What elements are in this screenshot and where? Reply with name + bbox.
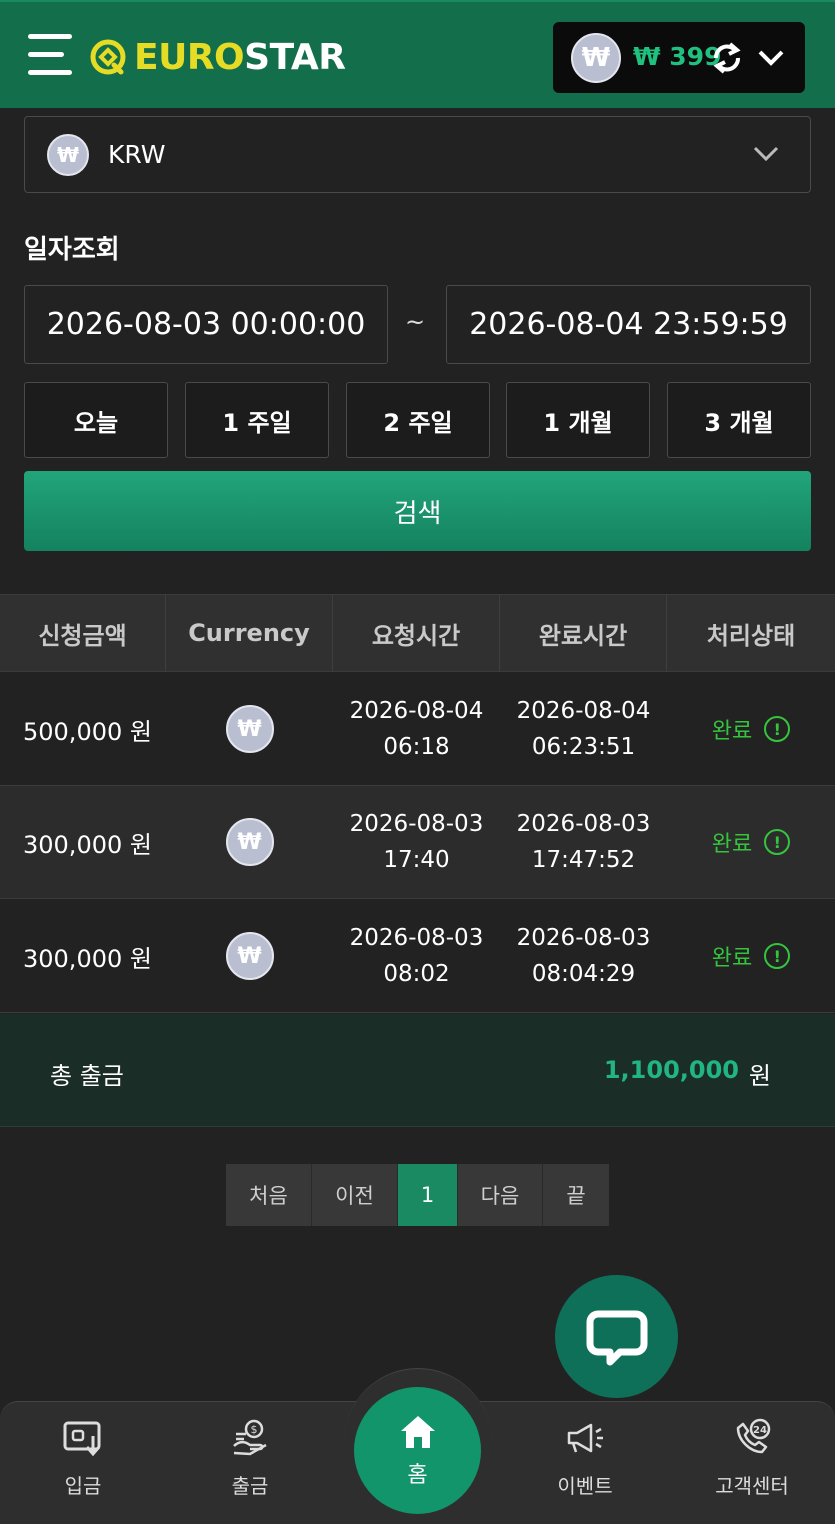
date-to-input[interactable]: 2026-08-04 23:59:59	[446, 285, 811, 364]
row-status: 완료!	[667, 900, 835, 1012]
row-complete-time: 2026-08-03 08:04:29	[500, 900, 667, 1012]
row-currency: ₩	[166, 786, 333, 898]
logo-text: EUROSTAR	[134, 36, 346, 78]
nav-support-label: 고객센터	[715, 1474, 789, 1498]
total-amount: 1,100,000	[603, 1056, 739, 1084]
col-header-request-time: 요청시간	[333, 595, 500, 671]
request-clock: 17:40	[383, 847, 450, 873]
svg-text:$: $	[251, 1423, 258, 1436]
table-row: 300,000 원 ₩ 2026-08-03 08:02 2026-08-03 08…	[0, 900, 835, 1013]
info-circle-icon[interactable]: !	[764, 943, 791, 969]
range-1week-button[interactable]: 1 주일	[185, 382, 329, 458]
row-currency: ₩	[166, 900, 333, 1012]
info-circle-icon[interactable]: !	[764, 829, 791, 855]
info-circle-icon[interactable]: !	[764, 716, 791, 742]
nav-event[interactable]: 이벤트	[525, 1418, 645, 1508]
table-row: 500,000 원 ₩ 2026-08-04 06:18 2026-08-04 06…	[0, 673, 835, 786]
page-last-button[interactable]: 끝	[543, 1164, 609, 1226]
chat-button[interactable]	[555, 1275, 678, 1398]
col-header-status: 처리상태	[706, 621, 796, 650]
page-next-button[interactable]: 다음	[458, 1164, 543, 1226]
nav-support[interactable]: 24 고객센터	[692, 1418, 812, 1508]
status-text: 완료	[711, 832, 753, 857]
range-1month-button[interactable]: 1 개월	[506, 382, 650, 458]
krw-coin-icon: ₩	[47, 134, 89, 176]
range-today-button[interactable]: 오늘	[24, 382, 168, 458]
app-header: EUROSTAR ₩ ₩ 399	[0, 0, 835, 108]
complete-clock: 08:04:29	[531, 961, 636, 987]
megaphone-icon	[567, 1423, 603, 1453]
status-text: 완료	[711, 719, 753, 744]
pagination: 처음 이전 1 다음 끝	[226, 1164, 609, 1226]
status-text: 완료	[711, 946, 753, 971]
krw-coin-icon: ₩	[571, 33, 621, 83]
date-filter-title: 일자조회	[24, 235, 120, 265]
row-status: 완료!	[667, 786, 835, 898]
svg-text:24: 24	[753, 1425, 767, 1436]
coins-hand-icon: $	[233, 1419, 267, 1456]
row-amount: 500,000 원	[23, 717, 152, 746]
row-status: 완료!	[667, 673, 835, 785]
row-request-time: 2026-08-03 17:40	[333, 786, 500, 898]
row-request-time: 2026-08-03 08:02	[333, 900, 500, 1012]
row-amount: 300,000 원	[23, 830, 152, 859]
chevron-down-icon	[753, 146, 779, 162]
wallet-balance-widget[interactable]: ₩ ₩ 399	[553, 22, 805, 93]
row-currency: ₩	[166, 673, 333, 785]
krw-coin-icon: ₩	[225, 818, 274, 866]
request-clock: 08:02	[383, 961, 450, 987]
chevron-down-icon[interactable]	[757, 44, 785, 72]
nav-withdraw-label: 출금	[231, 1474, 269, 1498]
krw-coin-icon: ₩	[225, 705, 274, 753]
nav-event-label: 이벤트	[557, 1474, 613, 1498]
range-2week-button[interactable]: 2 주일	[346, 382, 490, 458]
total-label: 총 출금	[50, 1062, 124, 1090]
request-clock: 06:18	[383, 734, 450, 760]
request-date: 2026-08-03	[349, 925, 484, 951]
col-header-amount: 신청금액	[0, 595, 166, 671]
nav-deposit[interactable]: 입금	[23, 1418, 143, 1508]
complete-date: 2026-08-04	[516, 698, 651, 724]
complete-date: 2026-08-03	[516, 925, 651, 951]
krw-coin-icon: ₩	[225, 932, 274, 980]
col-header-complete-time: 완료시간	[500, 595, 667, 671]
date-range-separator: ~	[405, 308, 426, 336]
row-complete-time: 2026-08-04 06:23:51	[500, 673, 667, 785]
complete-clock: 06:23:51	[531, 734, 636, 760]
house-icon	[400, 1415, 435, 1448]
phone-24-icon: 24	[736, 1418, 771, 1454]
page-prev-button[interactable]: 이전	[312, 1164, 398, 1226]
row-complete-time: 2026-08-03 17:47:52	[500, 786, 667, 898]
logo[interactable]: EUROSTAR	[88, 36, 346, 78]
page-number-button[interactable]: 1	[398, 1164, 458, 1226]
currency-selected-value: KRW	[108, 140, 166, 169]
hamburger-menu-icon[interactable]	[28, 34, 72, 78]
row-amount: 300,000 원	[23, 944, 152, 973]
page-first-button[interactable]: 처음	[226, 1164, 312, 1226]
search-button[interactable]: 검색	[24, 471, 811, 551]
table-header: 신청금액 Currency 요청시간 완료시간 처리상태	[0, 594, 835, 672]
refresh-icon[interactable]	[708, 39, 746, 77]
table-row: 300,000 원 ₩ 2026-08-03 17:40 2026-08-03 17…	[0, 786, 835, 899]
nav-withdraw[interactable]: $ 출금	[190, 1418, 310, 1508]
request-date: 2026-08-04	[349, 698, 484, 724]
row-request-time: 2026-08-04 06:18	[333, 673, 500, 785]
wallet-in-icon	[63, 1421, 101, 1457]
complete-clock: 17:47:52	[531, 847, 636, 873]
date-from-input[interactable]: 2026-08-03 00:00:00	[24, 285, 388, 364]
currency-select[interactable]: ₩ KRW	[24, 116, 811, 193]
total-unit: 원	[748, 1062, 771, 1090]
range-3month-button[interactable]: 3 개월	[667, 382, 811, 458]
logo-mark-icon	[90, 39, 126, 75]
nav-home-label: 홈	[407, 1462, 428, 1488]
total-withdrawal-bar: 총 출금 1,100,000 원	[0, 1014, 835, 1127]
chat-bubble-icon	[586, 1310, 647, 1365]
col-header-currency: Currency	[166, 595, 333, 671]
nav-home[interactable]: 홈	[354, 1387, 481, 1514]
complete-date: 2026-08-03	[516, 811, 651, 837]
request-date: 2026-08-03	[349, 811, 484, 837]
nav-deposit-label: 입금	[64, 1474, 102, 1498]
